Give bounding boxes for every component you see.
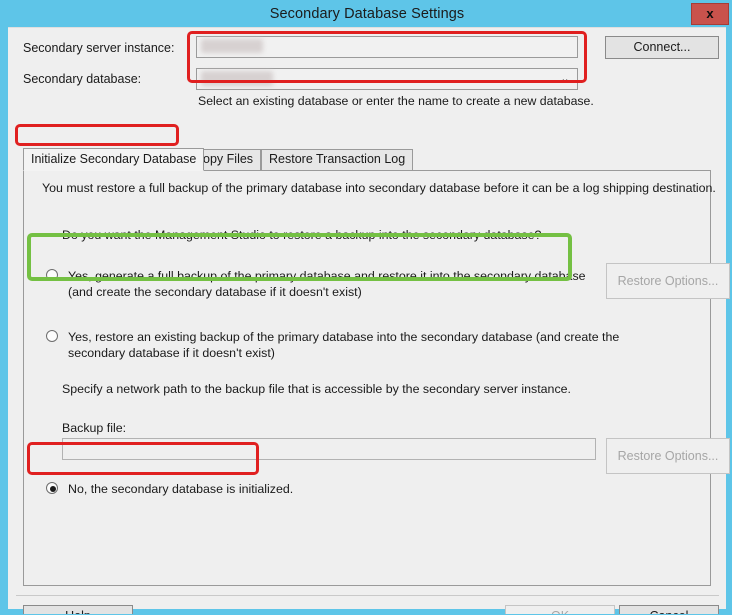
radio-generate-full-backup[interactable] (46, 269, 58, 281)
tab-restore-transaction-log[interactable]: Restore Transaction Log (261, 149, 414, 170)
backup-file-input[interactable] (62, 438, 596, 460)
panel-intro-text: You must restore a full backup of the pr… (42, 181, 716, 195)
backup-file-label: Backup file: (62, 421, 127, 435)
radio-label-restore-existing-backup: Yes, restore an existing backup of the p… (68, 330, 620, 360)
connect-button[interactable]: Connect... (605, 36, 719, 59)
radio-label-generate-full-backup: Yes, generate a full backup of the prima… (68, 269, 586, 299)
redacted-server-value (201, 39, 263, 53)
tab-panel-initialize-secondary-database: You must restore a full backup of the pr… (23, 170, 730, 586)
redacted-database-value (201, 71, 273, 86)
database-hint-text: Select an existing database or enter the… (198, 94, 594, 108)
footer-divider (16, 595, 719, 596)
radio-restore-existing-backup[interactable] (46, 330, 58, 342)
cancel-button[interactable]: Cancel (619, 605, 719, 614)
tab-strip: Initialize Secondary Database Copy Files… (23, 148, 711, 171)
restore-options-button-2[interactable]: Restore Options... (606, 438, 730, 474)
chevron-down-icon[interactable]: ⌄ (558, 69, 572, 89)
radio-already-initialized[interactable] (46, 482, 58, 494)
help-button[interactable]: Help (23, 605, 133, 614)
secondary-database-combobox[interactable]: ⌄ (196, 68, 578, 90)
panel-question-text: Do you want the Management Studio to res… (62, 228, 542, 242)
radio-label-already-initialized: No, the secondary database is initialize… (68, 482, 294, 496)
tab-initialize-secondary-database[interactable]: Initialize Secondary Database (23, 148, 205, 171)
dialog-client-area: Secondary server instance: Connect... Se… (8, 27, 730, 614)
restore-options-button-1[interactable]: Restore Options... (606, 263, 730, 299)
secondary-server-instance-label: Secondary server instance: (23, 41, 175, 55)
dialog-title: Secondary Database Settings (269, 6, 465, 22)
network-path-note: Specify a network path to the backup fil… (62, 382, 571, 396)
close-icon[interactable]: x (691, 3, 729, 25)
title-bar: Secondary Database Settings x (1, 1, 731, 27)
ok-button[interactable]: OK (505, 605, 615, 614)
secondary-database-settings-dialog: Secondary Database Settings x Secondary … (0, 0, 732, 615)
secondary-database-label: Secondary database: (23, 72, 142, 86)
secondary-server-instance-input[interactable] (196, 36, 578, 58)
